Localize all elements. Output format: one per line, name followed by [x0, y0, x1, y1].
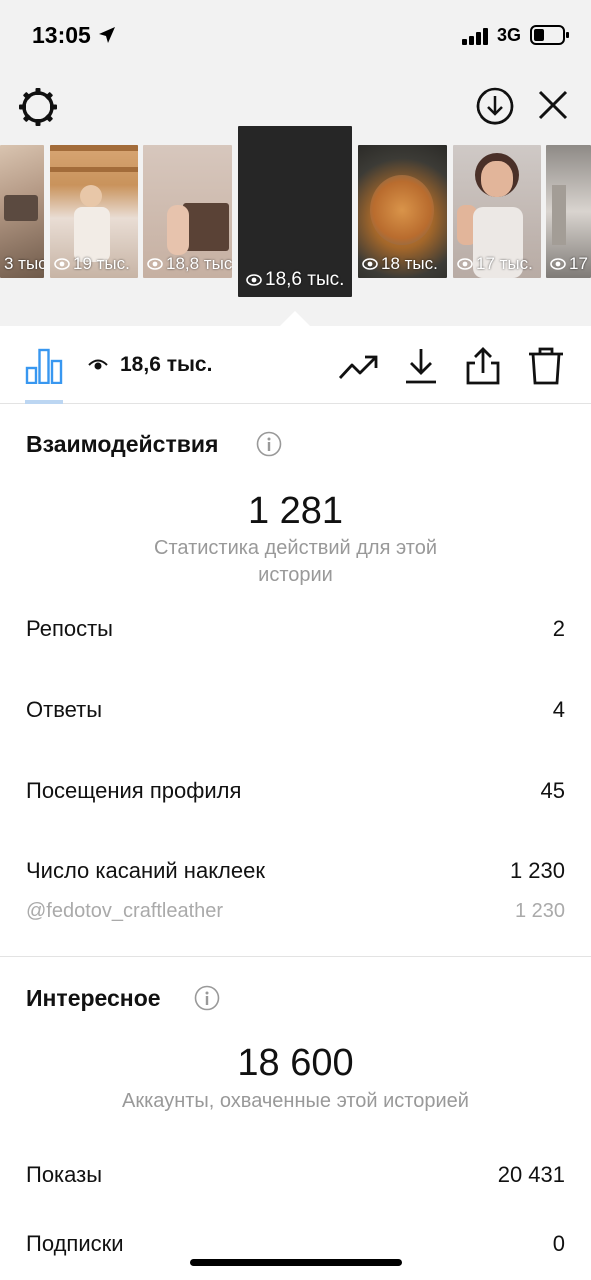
selection-pointer [279, 311, 311, 327]
stat-label: Число касаний наклеек [26, 858, 265, 883]
trend-icon[interactable] [338, 346, 378, 386]
story-thumbnail[interactable]: 18,8 тыс. [143, 145, 232, 278]
story-viewer-header: 13:05 3G 3 тыс 19 тыс. 18,8 тыс. 18,6 ты… [0, 0, 591, 326]
stat-label: Репосты [26, 616, 113, 641]
story-views-label: 18 тыс. [381, 254, 438, 273]
eye-icon [54, 258, 70, 270]
download-icon[interactable] [401, 346, 441, 386]
stat-value: 0 [552, 1231, 565, 1256]
stat-value: 1 230 [509, 858, 565, 883]
discovery-total: 18 600 [237, 1042, 354, 1084]
status-bar: 13:05 3G [0, 0, 591, 72]
story-views-label: 3 тыс. [4, 254, 44, 273]
interactions-title: Взаимодействия [26, 431, 219, 457]
story-thumbnail[interactable]: 18 тыс. [358, 145, 447, 278]
share-icon[interactable] [463, 346, 503, 386]
network-label: 3G [497, 25, 522, 45]
story-thumbnail[interactable]: 17 [546, 145, 591, 278]
story-views-label: 18,6 тыс. [265, 269, 345, 290]
story-views-label: 19 тыс. [73, 254, 130, 273]
download-circle-icon[interactable] [474, 85, 516, 127]
stat-value: 20 431 [497, 1162, 565, 1187]
info-icon[interactable] [194, 985, 220, 1011]
discovery-caption: Аккаунты, охваченные этой историей [122, 1090, 469, 1112]
bar-chart-icon[interactable] [25, 348, 63, 384]
eye-icon [246, 274, 262, 286]
eye-icon [88, 359, 108, 370]
story-thumbnail[interactable]: 17 тыс. [453, 145, 541, 278]
eye-icon [147, 258, 163, 270]
stat-value: 2 [552, 616, 565, 641]
battery-icon [530, 25, 569, 45]
stat-label: Показы [26, 1162, 103, 1187]
story-thumbnail-strip: 3 тыс. 19 тыс. 18,8 тыс. 18,6 тыс. [0, 126, 591, 297]
eye-icon [362, 258, 378, 270]
story-views-label: 17 тыс. [476, 254, 533, 273]
story-toolbar: 18,6 тыс. [0, 326, 591, 404]
stat-value: 45 [540, 778, 565, 803]
sticker-account-link[interactable]: @fedotov_craftleather [26, 900, 223, 923]
info-icon[interactable] [256, 431, 282, 457]
story-views-label: 17 [569, 254, 588, 273]
discovery-title: Интересное [26, 985, 161, 1011]
story-thumbnail[interactable]: 3 тыс. [0, 145, 44, 278]
settings-icon[interactable] [17, 86, 59, 128]
stat-label: Подписки [26, 1231, 124, 1256]
stat-value: 4 [552, 697, 565, 722]
toolbar-views-count: 18,6 тыс. [120, 353, 213, 376]
interactions-total: 1 281 [247, 490, 344, 532]
signal-icon [462, 28, 488, 45]
status-time: 13:05 [32, 22, 91, 48]
sticker-account-value: 1 230 [514, 900, 565, 922]
section-divider [0, 956, 591, 957]
home-indicator[interactable] [190, 1259, 402, 1266]
stat-label: Посещения профиля [26, 778, 242, 803]
story-views-label: 18,8 тыс. [166, 254, 232, 273]
eye-icon [550, 258, 566, 270]
location-arrow-icon [99, 27, 115, 43]
stat-label: Ответы [26, 697, 103, 722]
trash-icon[interactable] [526, 346, 566, 386]
story-thumbnail-selected[interactable]: 18,6 тыс. [238, 126, 352, 297]
close-icon[interactable] [536, 88, 570, 122]
story-thumbnail[interactable]: 19 тыс. [50, 145, 138, 278]
active-tab-indicator [25, 400, 63, 404]
eye-icon [457, 258, 473, 270]
interactions-caption: Статистика действий для этой истории [154, 537, 437, 586]
